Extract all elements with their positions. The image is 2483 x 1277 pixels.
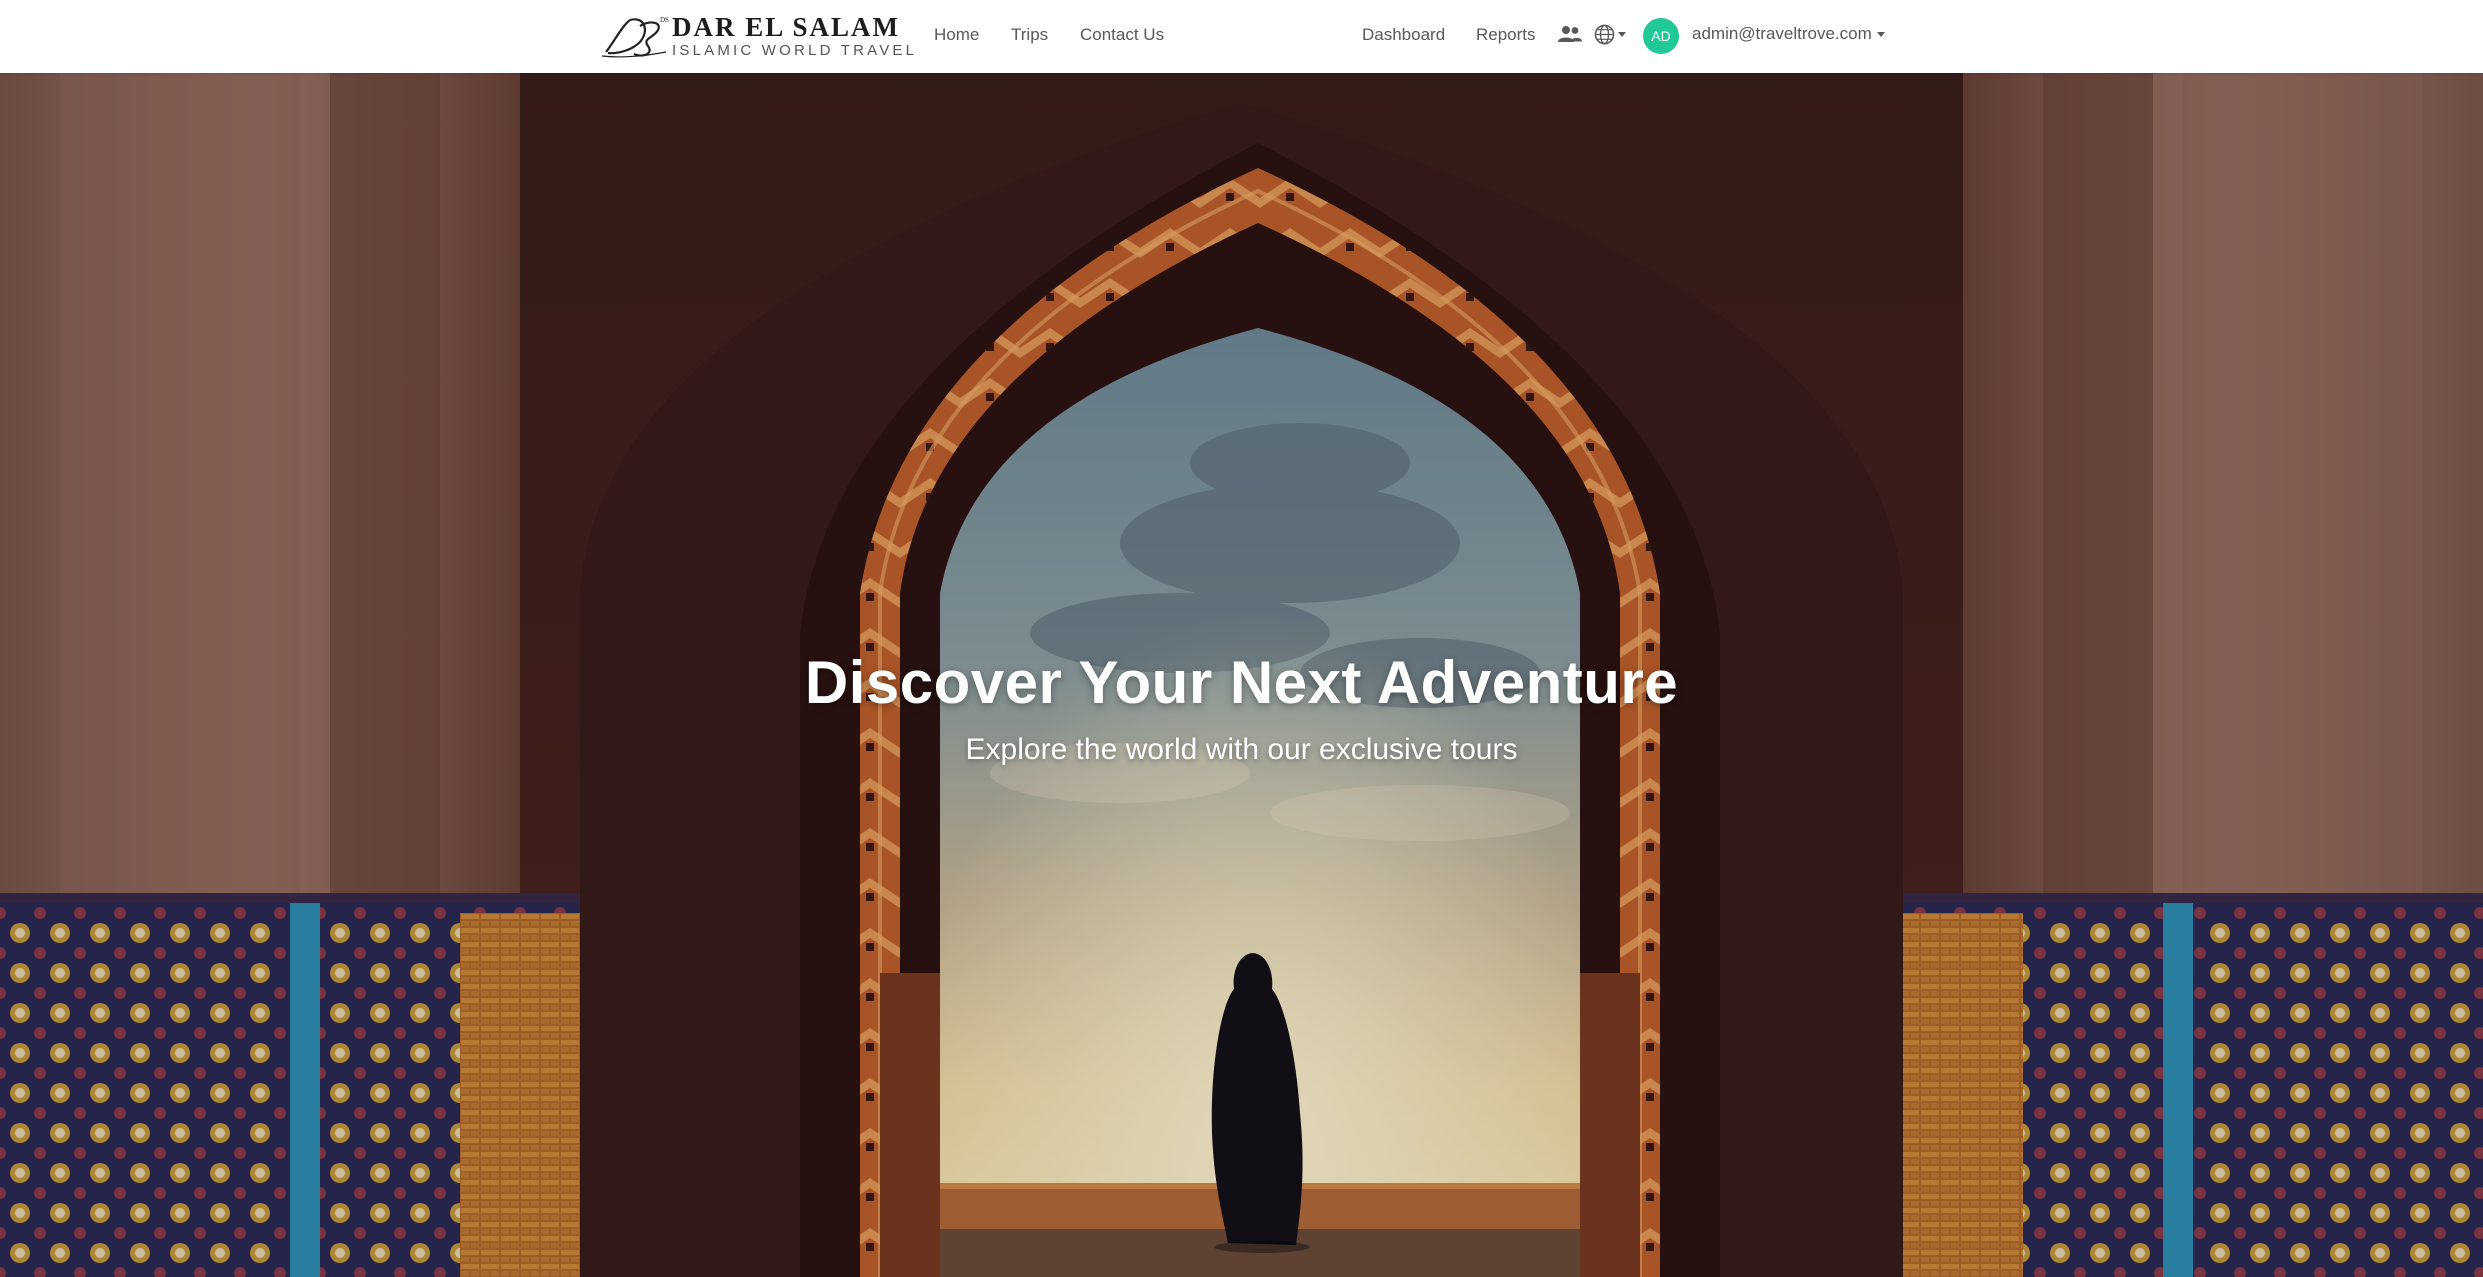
chevron-down-icon	[1618, 32, 1626, 37]
nav-link-reports[interactable]: Reports	[1476, 22, 1536, 48]
avatar[interactable]: AD	[1643, 18, 1679, 54]
ds-monogram-logo-icon: DS	[601, 16, 669, 58]
user-menu-dropdown[interactable]: admin@traveltrove.com	[1692, 21, 1885, 47]
top-navbar: DS DAR EL SALAM ISLAMIC WORLD TRAVEL Hom…	[0, 0, 2483, 73]
globe-icon	[1594, 24, 1615, 45]
language-dropdown[interactable]	[1594, 24, 1626, 45]
brand-tagline: ISLAMIC WORLD TRAVEL	[672, 42, 918, 59]
people-icon[interactable]	[1558, 24, 1582, 44]
user-email: admin@traveltrove.com	[1692, 24, 1872, 43]
nav-link-home[interactable]: Home	[934, 22, 979, 48]
nav-link-trips[interactable]: Trips	[1011, 22, 1048, 48]
hero-section: Discover Your Next Adventure Explore the…	[0, 73, 2483, 1277]
chevron-down-icon	[1876, 31, 1885, 37]
brand-logo-link[interactable]: DS DAR EL SALAM ISLAMIC WORLD TRAVEL	[600, 12, 917, 60]
nav-link-contact-us[interactable]: Contact Us	[1080, 22, 1164, 48]
nav-link-dashboard[interactable]: Dashboard	[1362, 22, 1445, 48]
hero-title: Discover Your Next Adventure	[804, 649, 1679, 716]
brand-name: DAR EL SALAM	[672, 12, 901, 42]
hero-subtitle: Explore the world with our exclusive tou…	[965, 733, 1518, 766]
svg-text:DS: DS	[660, 16, 669, 24]
brand-text: DAR EL SALAM ISLAMIC WORLD TRAVEL	[672, 12, 918, 59]
